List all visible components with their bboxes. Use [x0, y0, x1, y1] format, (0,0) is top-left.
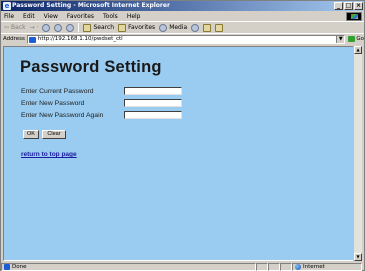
go-label: Go — [356, 36, 364, 42]
menu-bar: File Edit View Favorites Tools Help — [1, 11, 364, 21]
internet-globe-icon — [295, 263, 301, 270]
new-password-label: Enter New Password — [21, 100, 85, 107]
menu-edit[interactable]: Edit — [23, 13, 35, 20]
search-label: Search — [93, 24, 115, 31]
menu-file[interactable]: File — [4, 13, 14, 20]
status-pane — [280, 262, 292, 271]
window-controls: _ □ × — [334, 2, 363, 10]
back-button[interactable]: ⇦ Back — [4, 24, 26, 31]
go-arrow-icon — [348, 36, 356, 42]
scroll-up-icon[interactable]: ▲ — [354, 46, 362, 54]
address-label: Address — [3, 36, 25, 42]
zone-label: Internet — [303, 263, 325, 270]
ie-logo-icon: e — [3, 2, 11, 10]
current-password-input[interactable] — [124, 87, 182, 95]
current-password-row: Enter Current Password — [21, 87, 94, 96]
home-icon[interactable] — [66, 23, 75, 32]
title-bar: e Password Setting - Microsoft Internet … — [1, 1, 364, 11]
status-bar: Done Internet — [1, 262, 364, 271]
browser-window: e Password Setting - Microsoft Internet … — [0, 0, 365, 271]
address-bar: Address http://192.168.1.10/pwdset_ctl ▼… — [1, 33, 364, 44]
page-content: Password Setting Enter Current Password … — [3, 46, 354, 261]
forward-button[interactable]: → · — [30, 24, 39, 31]
back-label: Back — [11, 24, 26, 31]
close-button[interactable]: × — [354, 2, 363, 10]
search-icon — [83, 23, 92, 32]
print-icon[interactable] — [215, 23, 224, 32]
confirm-password-input[interactable] — [124, 111, 182, 119]
menu-view[interactable]: View — [44, 13, 58, 20]
page-icon — [28, 36, 36, 43]
address-input[interactable]: http://192.168.1.10/pwdset_ctl ▼ — [26, 34, 346, 44]
toolbar: ⇦ Back → · Search Favorites Media — [1, 21, 364, 33]
stop-icon[interactable] — [42, 23, 51, 32]
confirm-password-row: Enter New Password Again — [21, 111, 103, 120]
address-url: http://192.168.1.10/pwdset_ctl — [37, 36, 123, 42]
page-title: Password Setting — [20, 58, 162, 76]
back-arrow-icon: ⇦ — [4, 24, 10, 31]
minimize-button[interactable]: _ — [334, 2, 343, 10]
toolbar-separator — [78, 23, 80, 32]
media-label: Media — [169, 24, 188, 31]
media-button[interactable]: Media — [159, 23, 188, 32]
status-text-cell: Done — [1, 262, 256, 271]
mail-icon[interactable] — [203, 23, 212, 32]
menu-favorites[interactable]: Favorites — [67, 13, 94, 20]
status-pane — [256, 262, 268, 271]
current-password-label: Enter Current Password — [21, 88, 94, 95]
favorites-icon — [118, 23, 127, 32]
vertical-scrollbar[interactable]: ▲ ▼ — [353, 46, 362, 261]
new-password-row: Enter New Password — [21, 99, 84, 108]
scroll-down-icon[interactable]: ▼ — [354, 253, 362, 261]
search-button[interactable]: Search — [83, 23, 115, 32]
return-to-top-link[interactable]: return to top page — [21, 151, 77, 158]
maximize-button[interactable]: □ — [344, 2, 353, 10]
ok-button[interactable]: OK — [23, 130, 39, 139]
page-done-icon — [4, 263, 10, 270]
media-icon — [159, 23, 168, 32]
favorites-label: Favorites — [128, 24, 156, 31]
new-password-input[interactable] — [124, 99, 182, 107]
window-title: Password Setting - Microsoft Internet Ex… — [12, 2, 170, 9]
refresh-icon[interactable] — [54, 23, 63, 32]
confirm-password-label: Enter New Password Again — [21, 112, 104, 119]
security-zone: Internet — [292, 262, 362, 271]
menu-tools[interactable]: Tools — [103, 13, 118, 20]
forward-arrow-icon: → · — [29, 24, 39, 31]
windows-logo-icon — [346, 12, 362, 21]
status-pane — [268, 262, 280, 271]
status-text: Done — [12, 263, 27, 270]
menu-help[interactable]: Help — [127, 13, 141, 20]
favorites-button[interactable]: Favorites — [118, 23, 156, 32]
history-icon[interactable] — [191, 23, 200, 32]
clear-button[interactable]: Clear — [42, 130, 66, 139]
go-button[interactable]: Go — [348, 36, 364, 42]
address-dropdown-icon[interactable]: ▼ — [336, 35, 345, 43]
